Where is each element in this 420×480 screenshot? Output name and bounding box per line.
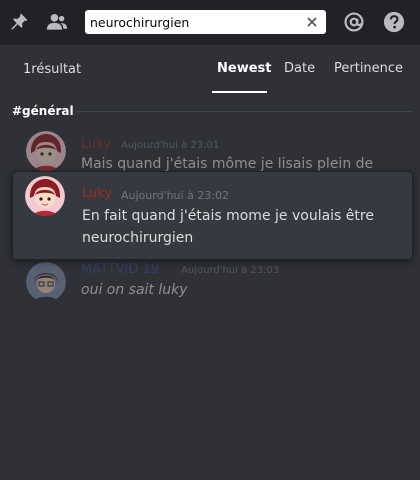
channel-name[interactable]: #général bbox=[12, 104, 74, 118]
author-name[interactable]: Luky bbox=[81, 137, 111, 152]
author-name[interactable]: Luky bbox=[82, 186, 112, 201]
tab-newest[interactable]: Newest bbox=[217, 61, 271, 76]
mention-icon[interactable] bbox=[342, 10, 366, 34]
search-result-card[interactable]: Luky Aujourd'hui à 23:02 En fait quand j… bbox=[12, 171, 413, 260]
results-header: 1résultat Newest Date Pertinence bbox=[0, 45, 420, 95]
clear-search-icon[interactable] bbox=[304, 14, 320, 30]
search-box[interactable] bbox=[85, 10, 326, 34]
pin-icon[interactable] bbox=[7, 10, 31, 34]
search-input[interactable] bbox=[90, 14, 290, 30]
divider bbox=[75, 111, 413, 112]
author-name[interactable]: MATTVID 19 bbox=[81, 262, 159, 277]
message-text-line-1: En fait quand j'étais mome je voulais êt… bbox=[82, 208, 374, 224]
timestamp: Aujourd'hui à 23:02 bbox=[121, 189, 230, 202]
active-tab-indicator bbox=[212, 91, 267, 93]
members-icon[interactable] bbox=[45, 10, 69, 34]
timestamp: Aujourd'hui à 23:03 bbox=[181, 265, 280, 276]
results-count: 1résultat bbox=[23, 62, 82, 77]
tab-date[interactable]: Date bbox=[284, 61, 315, 76]
avatar[interactable] bbox=[26, 262, 66, 302]
context-message-text: oui on sait luky bbox=[81, 282, 188, 298]
avatar[interactable] bbox=[26, 131, 66, 171]
context-message-after[interactable]: MATTVID 19 Aujourd'hui à 23:03 oui on sa… bbox=[26, 262, 406, 302]
message-text-line-2: neurochirurgien bbox=[82, 230, 194, 246]
search-toolbar bbox=[0, 0, 420, 45]
help-icon[interactable] bbox=[382, 10, 406, 34]
tab-pertinence[interactable]: Pertinence bbox=[334, 61, 403, 76]
timestamp: Aujourd'hui à 23:01 bbox=[121, 140, 220, 151]
avatar[interactable] bbox=[25, 176, 65, 216]
